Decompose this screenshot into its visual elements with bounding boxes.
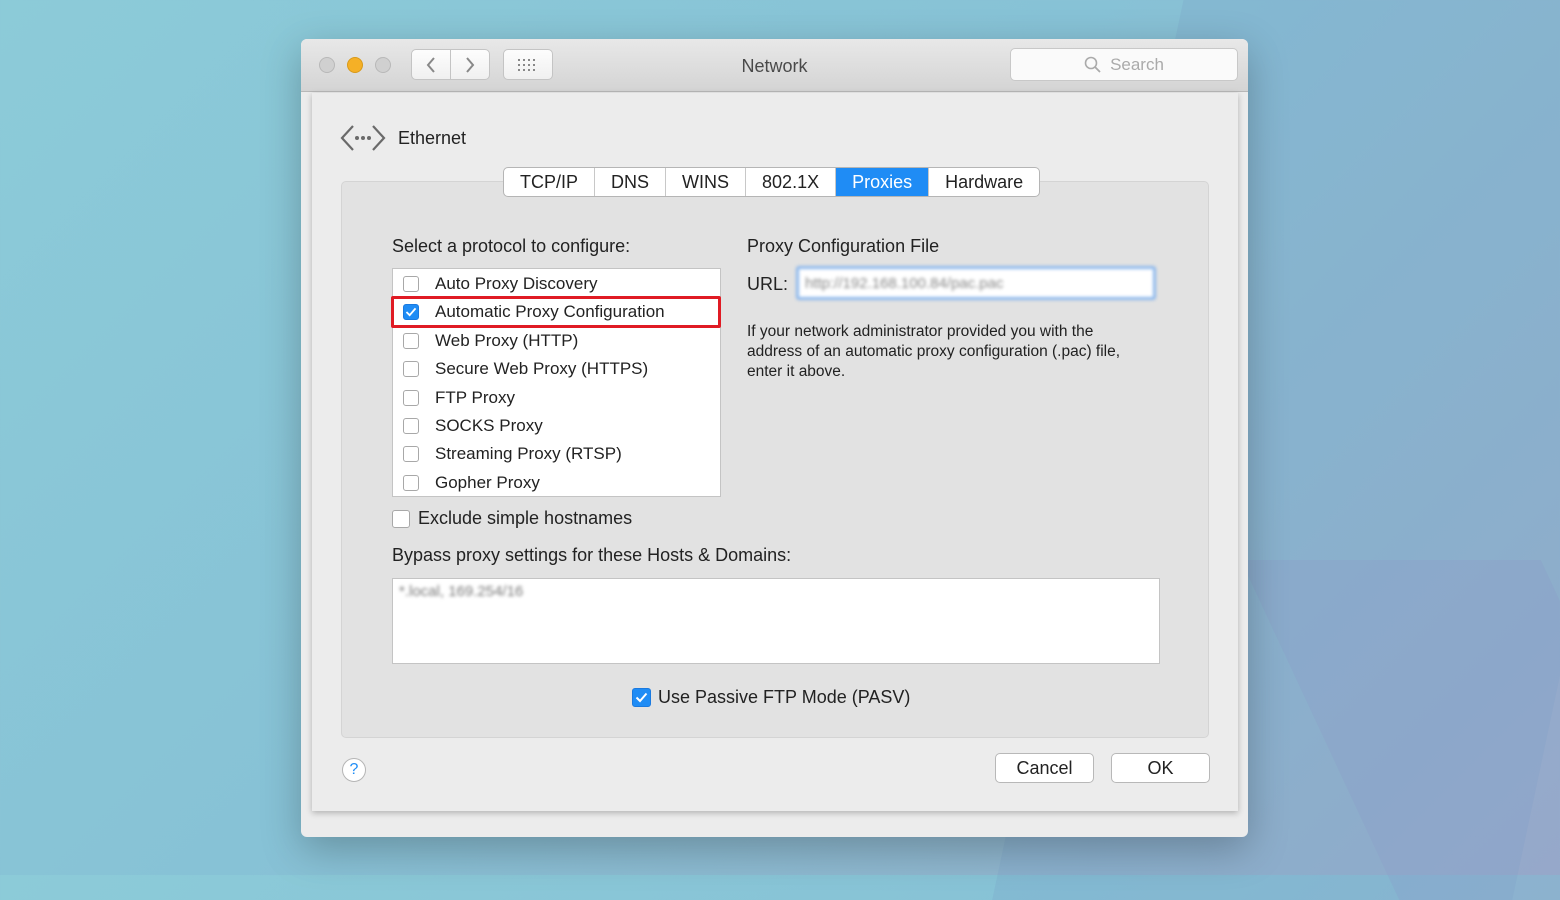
- protocol-checkbox[interactable]: [403, 361, 419, 378]
- help-button[interactable]: ?: [342, 758, 366, 782]
- ok-button[interactable]: OK: [1111, 753, 1210, 783]
- passive-ftp-option[interactable]: Use Passive FTP Mode (PASV): [632, 687, 910, 708]
- exclude-simple-hostnames[interactable]: Exclude simple hostnames: [392, 508, 632, 529]
- tab-proxies[interactable]: Proxies: [836, 168, 930, 196]
- tab-hardware[interactable]: Hardware: [929, 168, 1039, 196]
- bypass-textarea[interactable]: *.local, 169.254/16: [392, 578, 1160, 664]
- protocol-item[interactable]: Auto Proxy Discovery: [393, 270, 720, 298]
- bypass-value: *.local, 169.254/16: [399, 583, 524, 600]
- passive-ftp-label: Use Passive FTP Mode (PASV): [658, 687, 911, 707]
- tab-802-1x[interactable]: 802.1X: [746, 168, 837, 196]
- url-label: URL:: [747, 274, 789, 294]
- proxy-config-title: Proxy Configuration File: [747, 236, 940, 256]
- protocol-checkbox[interactable]: [403, 332, 419, 349]
- url-input[interactable]: http://192.168.100.84/pac.pac: [796, 266, 1156, 300]
- tab-dns[interactable]: DNS: [595, 168, 667, 196]
- protocol-label: Streaming Proxy (RTSP): [435, 444, 622, 464]
- protocol-label: SOCKS Proxy: [435, 416, 543, 435]
- title-bar: Network Search: [301, 39, 1248, 92]
- passive-ftp-checkbox[interactable]: [632, 688, 651, 707]
- ethernet-icon: [340, 125, 386, 151]
- protocol-label: Auto Proxy Discovery: [435, 274, 598, 293]
- search-icon: [1084, 56, 1101, 73]
- protocol-label: Gopher Proxy: [435, 472, 540, 492]
- protocol-item[interactable]: Secure Web Proxy (HTTPS): [393, 355, 720, 383]
- protocol-checkbox[interactable]: [403, 389, 419, 406]
- bypass-label: Bypass proxy settings for these Hosts & …: [392, 545, 792, 565]
- protocol-item[interactable]: FTP Proxy: [393, 384, 720, 412]
- protocol-label: Secure Web Proxy (HTTPS): [435, 359, 649, 379]
- protocol-checkbox[interactable]: [403, 474, 419, 491]
- search-field[interactable]: Search: [1010, 48, 1238, 81]
- protocol-item[interactable]: SOCKS Proxy: [393, 412, 720, 440]
- proxy-help-text: If your network administrator provided y…: [747, 323, 1121, 380]
- exclude-label: Exclude simple hostnames: [418, 508, 633, 528]
- tab-bar: TCP/IP DNS WINS 802.1X Proxies Hardware: [503, 167, 1041, 197]
- exclude-checkbox[interactable]: [392, 509, 410, 528]
- proxies-sheet: Ethernet TCP/IP DNS WINS 802.1X Proxies Hardw…: [312, 93, 1238, 811]
- cancel-button[interactable]: Cancel: [995, 753, 1094, 783]
- tab-wins[interactable]: WINS: [666, 168, 747, 196]
- protocol-checkbox[interactable]: [403, 276, 419, 292]
- search-placeholder: Search: [1110, 54, 1164, 74]
- tab-tcp-ip[interactable]: TCP/IP: [504, 168, 596, 196]
- protocol-checkbox[interactable]: [403, 418, 419, 434]
- protocol-item[interactable]: Streaming Proxy (RTSP): [393, 440, 720, 468]
- network-window: Network Search Ethernet TCP/IP DNS WINS 802…: [301, 39, 1248, 837]
- protocol-checkbox[interactable]: [403, 446, 419, 463]
- protocol-label: Web Proxy (HTTP): [435, 330, 579, 350]
- protocol-label: FTP Proxy: [435, 387, 515, 407]
- highlight-box: [391, 296, 721, 328]
- protocol-item[interactable]: Web Proxy (HTTP): [393, 327, 720, 355]
- protocol-list-label: Select a protocol to configure:: [392, 236, 631, 256]
- protocol-item[interactable]: Gopher Proxy: [393, 469, 720, 497]
- interface-name: Ethernet: [398, 128, 467, 148]
- checkmark-icon: [635, 692, 648, 703]
